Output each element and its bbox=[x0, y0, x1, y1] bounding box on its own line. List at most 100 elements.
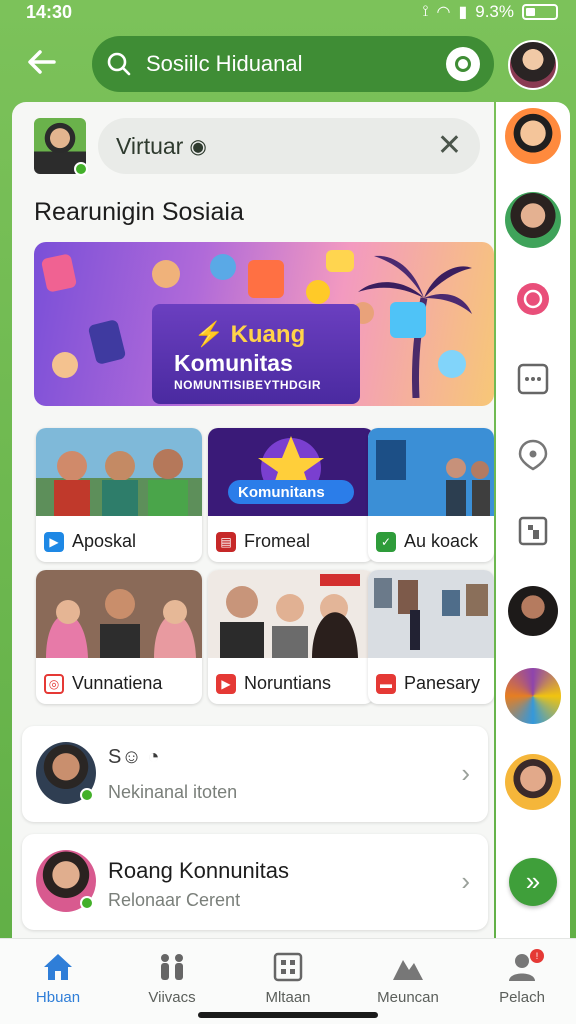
office-thumbnail bbox=[368, 428, 494, 516]
media-card[interactable]: ▬ Panesary bbox=[368, 570, 494, 704]
online-status-icon bbox=[80, 896, 94, 910]
team-photo-thumbnail bbox=[208, 570, 374, 658]
floating-card-icon bbox=[390, 302, 426, 338]
media-card-label: Noruntians bbox=[244, 673, 332, 693]
rail-group-avatar[interactable] bbox=[505, 668, 561, 724]
right-rail: » bbox=[496, 102, 570, 938]
battery-percent: 9.3% bbox=[475, 2, 514, 21]
community-search-field[interactable]: Virtuar ◉ ✕ bbox=[98, 118, 480, 174]
section-title: Rearunigin Sosiaia bbox=[34, 198, 244, 226]
media-card[interactable]: ◎ Vunnatiena bbox=[36, 570, 202, 704]
nav-home[interactable]: Hbuan bbox=[8, 949, 108, 1006]
home-icon bbox=[44, 954, 72, 980]
community-banner[interactable]: ⚡ Kuang Komunitas NOMUNTISIBEYTHDGIR bbox=[34, 242, 494, 406]
banner-subtitle: NOMUNTISIBEYTHDGIR bbox=[174, 378, 321, 392]
media-card-label: Au koack bbox=[404, 531, 479, 551]
top-search-bar[interactable]: Sosiilc Hiduanal bbox=[92, 36, 494, 92]
online-status-icon bbox=[74, 162, 88, 176]
youtube-icon: ▶ bbox=[216, 673, 236, 694]
notification-badge-icon: ! bbox=[530, 949, 544, 963]
media-card-label: Fromeal bbox=[244, 531, 311, 551]
play-icon: ▶ bbox=[44, 531, 64, 552]
rail-avatar[interactable] bbox=[505, 754, 561, 810]
floating-card-icon bbox=[248, 260, 284, 298]
nav-label: Meuncan bbox=[377, 989, 439, 1006]
wifi-icon: ◠ bbox=[436, 4, 451, 21]
top-search-text: Sosiilc Hiduanal bbox=[146, 51, 303, 76]
more-options-icon[interactable] bbox=[516, 362, 550, 396]
group-photo-thumbnail bbox=[36, 428, 202, 516]
family-photo-thumbnail bbox=[36, 570, 202, 658]
character-figure bbox=[438, 350, 466, 378]
media-card-label: Vunnatiena bbox=[72, 673, 163, 693]
double-chevron-right-icon: » bbox=[525, 866, 541, 896]
arrow-left-icon bbox=[28, 50, 56, 74]
account-switch-icon[interactable] bbox=[446, 47, 480, 81]
main-panel: Virtuar ◉ ✕ Rearunigin Sosiaia ⚡ Kuang K… bbox=[12, 102, 494, 938]
nav-label: Mltaan bbox=[265, 989, 311, 1006]
character-figure bbox=[52, 352, 78, 378]
chevron-right-icon: › bbox=[461, 866, 470, 896]
media-card[interactable]: Komunitans ▤ Fromeal bbox=[208, 428, 374, 562]
status-icons: ⟟ ◠ ▮ 9.3% bbox=[423, 2, 558, 22]
floating-card-icon bbox=[40, 253, 78, 293]
clear-search-button[interactable]: ✕ bbox=[437, 131, 462, 161]
rail-avatar[interactable] bbox=[508, 586, 558, 636]
people-icon bbox=[161, 954, 183, 980]
status-time: 14:30 bbox=[26, 2, 73, 22]
search-icon bbox=[107, 52, 131, 76]
list-item-emoji-title: S☺ ◔ bbox=[108, 746, 160, 768]
signal-icon: ▮ bbox=[458, 4, 468, 21]
nav-label: Pelach bbox=[499, 989, 545, 1006]
home-indicator bbox=[198, 1012, 378, 1018]
status-bar: 14:30 ⟟ ◠ ▮ 9.3% bbox=[0, 0, 576, 28]
location-pin-icon[interactable] bbox=[516, 438, 550, 472]
grid-icon bbox=[273, 952, 303, 982]
list-item-subtitle: Nekinanal itoten bbox=[108, 782, 238, 802]
profile-avatar[interactable] bbox=[508, 40, 558, 90]
nav-people[interactable]: Viivacs bbox=[122, 949, 222, 1006]
media-card[interactable]: ▶ Noruntians bbox=[208, 570, 374, 704]
book-icon: ▤ bbox=[216, 531, 236, 552]
online-status-icon bbox=[80, 788, 94, 802]
user-avatar[interactable] bbox=[34, 118, 88, 176]
media-card[interactable]: ✓ Au koack bbox=[368, 428, 494, 562]
nav-label: Viivacs bbox=[148, 989, 196, 1006]
character-figure bbox=[210, 254, 236, 280]
nav-profile[interactable]: ! Pelach bbox=[472, 949, 572, 1006]
list-item-subtitle: Relonaar Cerent bbox=[108, 890, 241, 910]
rail-avatar[interactable] bbox=[505, 108, 561, 164]
search-field-value: Virtuar bbox=[116, 132, 184, 159]
media-icon: ▬ bbox=[376, 673, 396, 694]
phone-card-icon bbox=[87, 318, 127, 366]
banner-title-line2: Komunitas bbox=[174, 350, 293, 376]
character-figure bbox=[306, 280, 330, 304]
nav-label: Hbuan bbox=[35, 989, 81, 1006]
rail-avatar[interactable] bbox=[505, 192, 561, 248]
landscape-icon bbox=[393, 960, 423, 980]
back-button[interactable] bbox=[24, 44, 64, 84]
checkbox-icon: ✓ bbox=[376, 531, 396, 552]
list-item[interactable]: Roang Konnunitas Relonaar Cerent › bbox=[22, 834, 488, 930]
thumbnail-caption: Komunitans bbox=[238, 484, 325, 501]
list-item[interactable]: S☺ ◔ Nekinanal itoten › bbox=[22, 726, 488, 822]
forward-button[interactable]: » bbox=[509, 858, 557, 906]
komunitas-thumbnail bbox=[208, 428, 374, 516]
media-card[interactable]: ▶ Aposkal bbox=[36, 428, 202, 562]
media-card-label: Aposkal bbox=[72, 531, 137, 551]
battery-icon bbox=[522, 4, 558, 20]
search-mini-icon: ◉ bbox=[189, 135, 207, 158]
nav-explore[interactable]: Meuncan bbox=[358, 949, 458, 1006]
nav-grid[interactable]: Mltaan bbox=[238, 949, 338, 1006]
gallery-thumbnail bbox=[368, 570, 494, 658]
list-item-title: Roang Konnunitas bbox=[108, 858, 290, 883]
chevron-right-icon: › bbox=[461, 758, 470, 788]
character-figure bbox=[152, 260, 180, 288]
document-icon[interactable] bbox=[516, 514, 550, 548]
rail-circle-icon[interactable] bbox=[516, 282, 550, 316]
vibrate-icon: ⟟ bbox=[422, 3, 429, 20]
floating-card-icon bbox=[326, 250, 354, 272]
banner-title-line1: ⚡ Kuang bbox=[194, 321, 306, 348]
ring-icon: ◎ bbox=[44, 673, 64, 694]
media-card-label: Panesary bbox=[404, 673, 481, 693]
